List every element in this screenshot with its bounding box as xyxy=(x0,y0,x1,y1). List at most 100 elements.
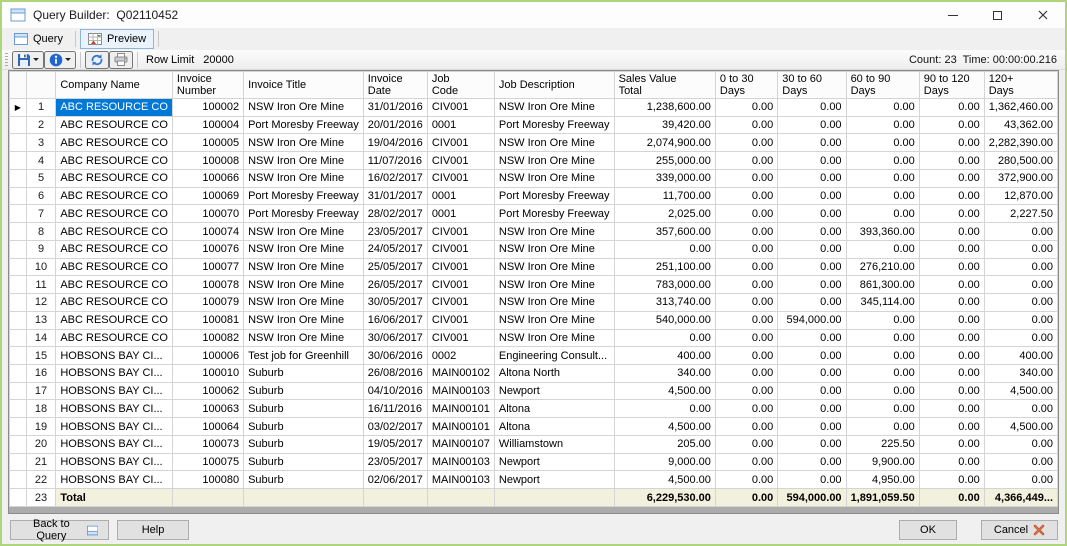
grid-cell[interactable]: 0.00 xyxy=(614,329,715,347)
grid-cell[interactable]: HOBSONS BAY CI... xyxy=(56,453,173,471)
row-indicator[interactable] xyxy=(10,471,27,489)
grid-cell[interactable]: 2,282,390.00 xyxy=(984,134,1057,152)
grid-cell[interactable]: 03/02/2017 xyxy=(363,418,427,436)
grid-cell[interactable]: ABC RESOURCE CO xyxy=(56,276,173,294)
grid-cell[interactable]: 0.00 xyxy=(919,223,984,241)
grid-cell[interactable]: 0.00 xyxy=(919,489,984,507)
grid-cell[interactable]: 100076 xyxy=(172,240,243,258)
grid-cell[interactable]: 12,870.00 xyxy=(984,187,1057,205)
grid-cell[interactable]: ABC RESOURCE CO xyxy=(56,294,173,312)
grid-cell[interactable]: 0.00 xyxy=(778,418,846,436)
grid-cell[interactable] xyxy=(172,489,243,507)
grid-cell[interactable]: 26/08/2016 xyxy=(363,365,427,383)
grid-cell[interactable]: 0.00 xyxy=(715,418,777,436)
grid-cell[interactable]: 16/02/2017 xyxy=(363,169,427,187)
grid-cell[interactable]: NSW Iron Ore Mine xyxy=(244,99,364,117)
row-header[interactable]: 12 xyxy=(26,294,56,312)
grid-cell[interactable]: 0.00 xyxy=(715,382,777,400)
grid-cell[interactable]: 0.00 xyxy=(846,99,919,117)
grid-cell[interactable]: NSW Iron Ore Mine xyxy=(244,152,364,170)
grid-cell[interactable]: NSW Iron Ore Mine xyxy=(494,152,614,170)
grid-cell[interactable]: 0.00 xyxy=(984,471,1057,489)
row-header[interactable]: 10 xyxy=(26,258,56,276)
grid-cell[interactable]: 255,000.00 xyxy=(614,152,715,170)
grid-cell[interactable]: 0.00 xyxy=(778,347,846,365)
row-header[interactable]: 13 xyxy=(26,311,56,329)
grid-cell[interactable]: 0.00 xyxy=(919,169,984,187)
grid-cell[interactable]: Total xyxy=(56,489,173,507)
grid-cell[interactable]: MAIN00103 xyxy=(427,453,494,471)
grid-cell[interactable]: 2,074,900.00 xyxy=(614,134,715,152)
grid-cell[interactable]: 0.00 xyxy=(715,294,777,312)
grid-cell[interactable]: 205.00 xyxy=(614,435,715,453)
save-button[interactable] xyxy=(12,51,44,69)
grid-cell[interactable]: 25/05/2017 xyxy=(363,258,427,276)
grid-cell[interactable]: 0.00 xyxy=(984,258,1057,276)
grid-cell[interactable]: 0.00 xyxy=(778,435,846,453)
header-corner[interactable] xyxy=(26,72,56,99)
grid-cell[interactable]: 100004 xyxy=(172,116,243,134)
grid-cell[interactable]: 0.00 xyxy=(715,116,777,134)
grid-cell[interactable]: 0.00 xyxy=(919,187,984,205)
grid-cell[interactable]: 39,420.00 xyxy=(614,116,715,134)
grid-cell[interactable]: 0.00 xyxy=(846,169,919,187)
grid-cell[interactable]: 04/10/2016 xyxy=(363,382,427,400)
grid-cell[interactable]: 100006 xyxy=(172,347,243,365)
grid-cell[interactable]: Port Moresby Freeway xyxy=(244,116,364,134)
column-header[interactable]: Invoice Title xyxy=(244,72,364,99)
grid-cell[interactable]: 0.00 xyxy=(715,311,777,329)
row-header[interactable]: 8 xyxy=(26,223,56,241)
grid-cell[interactable]: CIV001 xyxy=(427,169,494,187)
row-header[interactable]: 5 xyxy=(26,169,56,187)
grid-cell[interactable]: HOBSONS BAY CI... xyxy=(56,400,173,418)
grid-cell[interactable]: 6,229,530.00 xyxy=(614,489,715,507)
grid-cell[interactable]: CIV001 xyxy=(427,240,494,258)
column-header[interactable]: Job Description xyxy=(494,72,614,99)
grid-cell[interactable]: ABC RESOURCE CO xyxy=(56,329,173,347)
grid-cell[interactable]: 0.00 xyxy=(614,240,715,258)
grid-cell[interactable]: 0.00 xyxy=(715,471,777,489)
grid-cell[interactable]: CIV001 xyxy=(427,329,494,347)
grid-cell[interactable]: 0.00 xyxy=(715,205,777,223)
row-indicator[interactable] xyxy=(10,329,27,347)
grid-cell[interactable]: 345,114.00 xyxy=(846,294,919,312)
grid-cell[interactable]: Newport xyxy=(494,453,614,471)
grid-cell[interactable]: 100078 xyxy=(172,276,243,294)
grid-cell[interactable]: 372,900.00 xyxy=(984,169,1057,187)
column-header[interactable]: Job Code xyxy=(427,72,494,99)
row-header[interactable]: 14 xyxy=(26,329,56,347)
help-button[interactable]: Help xyxy=(117,520,189,540)
grid-cell[interactable]: 4,500.00 xyxy=(614,471,715,489)
header-corner[interactable] xyxy=(10,72,27,99)
grid-cell[interactable]: 0.00 xyxy=(984,223,1057,241)
grid-cell[interactable]: 0.00 xyxy=(778,187,846,205)
row-header[interactable]: 23 xyxy=(26,489,56,507)
grid-cell[interactable]: ABC RESOURCE CO xyxy=(56,99,173,117)
grid-cell[interactable]: 0.00 xyxy=(846,365,919,383)
grid-cell[interactable]: 24/05/2017 xyxy=(363,240,427,258)
row-header[interactable]: 22 xyxy=(26,471,56,489)
row-indicator[interactable] xyxy=(10,240,27,258)
grid-cell[interactable]: 225.50 xyxy=(846,435,919,453)
grid-cell[interactable]: 0.00 xyxy=(984,294,1057,312)
grid-cell[interactable]: 0.00 xyxy=(846,152,919,170)
grid-cell[interactable]: 0.00 xyxy=(919,471,984,489)
grid-cell[interactable]: Suburb xyxy=(244,365,364,383)
grid-cell[interactable]: NSW Iron Ore Mine xyxy=(244,294,364,312)
grid-cell[interactable]: 0.00 xyxy=(778,116,846,134)
row-header[interactable]: 9 xyxy=(26,240,56,258)
grid-cell[interactable]: NSW Iron Ore Mine xyxy=(244,276,364,294)
grid-cell[interactable]: CIV001 xyxy=(427,134,494,152)
row-indicator[interactable] xyxy=(10,205,27,223)
grid-cell[interactable]: 0.00 xyxy=(715,187,777,205)
grid-cell[interactable]: 4,500.00 xyxy=(614,418,715,436)
grid-cell[interactable]: 0.00 xyxy=(919,276,984,294)
grid-cell[interactable]: 276,210.00 xyxy=(846,258,919,276)
grid-cell[interactable]: 0.00 xyxy=(778,400,846,418)
grid-cell[interactable]: 4,500.00 xyxy=(984,382,1057,400)
grid-cell[interactable]: 100075 xyxy=(172,453,243,471)
grid-cell[interactable]: NSW Iron Ore Mine xyxy=(244,169,364,187)
row-header[interactable]: 7 xyxy=(26,205,56,223)
grid-cell[interactable]: 31/01/2017 xyxy=(363,187,427,205)
grid-cell[interactable]: Port Moresby Freeway xyxy=(494,205,614,223)
